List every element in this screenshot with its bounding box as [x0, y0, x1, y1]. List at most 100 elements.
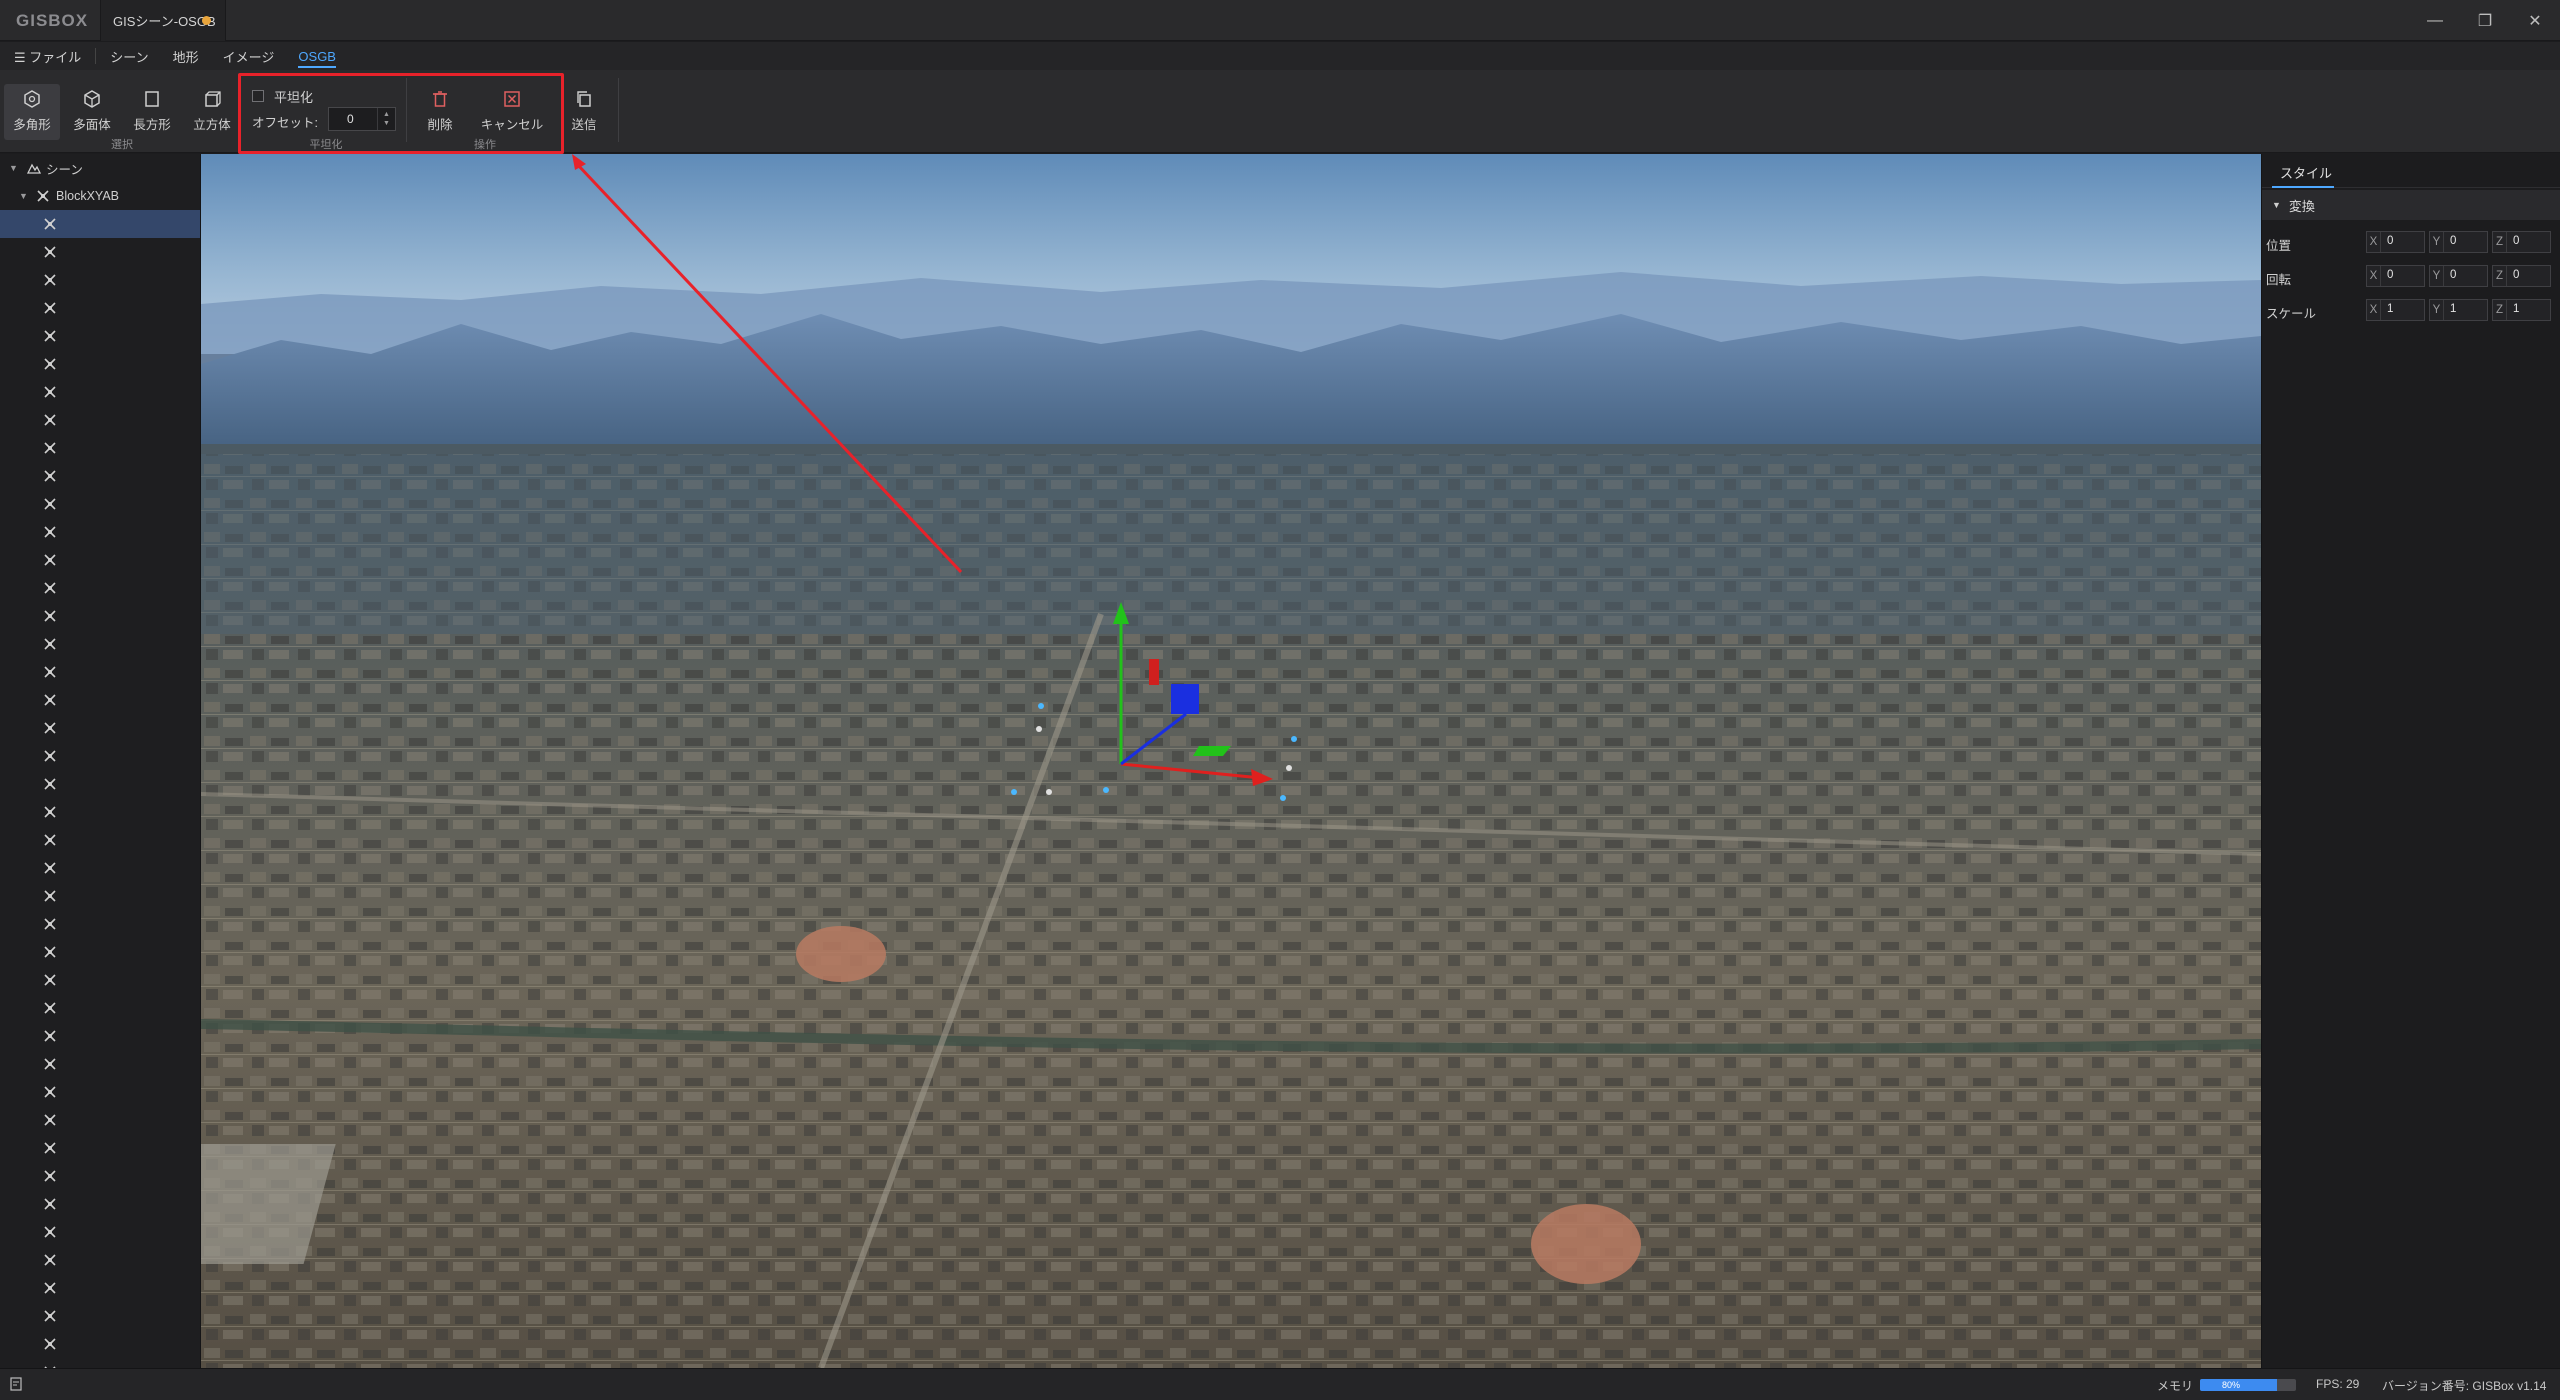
tree-leaf-tile[interactable]: [0, 462, 200, 490]
scale-z-input[interactable]: Z1: [2492, 299, 2551, 321]
restore-button[interactable]: ❐: [2460, 0, 2510, 41]
menu-file[interactable]: ☰ ファイル: [0, 42, 93, 70]
tree-leaf-tile[interactable]: [0, 686, 200, 714]
tree-leaf-tile[interactable]: [0, 1330, 200, 1358]
rotation-y-input[interactable]: Y0: [2429, 265, 2488, 287]
menu-imagery[interactable]: イメージ: [211, 42, 287, 70]
position-x-value[interactable]: 0: [2387, 235, 2393, 247]
tree-leaf-tile[interactable]: [0, 434, 200, 462]
tree-leaf-tile[interactable]: [0, 490, 200, 518]
caret-down-icon[interactable]: ▼: [2272, 200, 2281, 210]
tile-node-icon: [44, 1170, 56, 1182]
tree-root-scene[interactable]: ▼ シーン: [0, 154, 200, 182]
tree-node-label: BlockXYAB: [56, 189, 119, 203]
transform-section-header[interactable]: ▼ 変換: [2262, 190, 2560, 220]
tree-leaf-tile[interactable]: [0, 1050, 200, 1078]
tree-leaf-tile[interactable]: [0, 266, 200, 294]
rotation-z-value[interactable]: 0: [2513, 269, 2519, 281]
tool-polyhedron-button[interactable]: 多面体: [64, 84, 120, 140]
tree-leaf-tile[interactable]: [0, 1302, 200, 1330]
menu-terrain[interactable]: 地形: [161, 42, 211, 70]
scale-x-value[interactable]: 1: [2387, 303, 2393, 315]
position-y-input[interactable]: Y0: [2429, 231, 2488, 253]
tree-node-blockxyab[interactable]: ▼ BlockXYAB: [0, 182, 200, 210]
tree-leaf-tile[interactable]: [0, 1134, 200, 1162]
axis-x-label: X: [2367, 232, 2381, 252]
tool-cube-button[interactable]: 立方体: [184, 84, 240, 140]
tree-leaf-tile[interactable]: [0, 574, 200, 602]
tree-leaf-tile[interactable]: [0, 1022, 200, 1050]
tree-leaf-tile[interactable]: [0, 854, 200, 882]
tree-leaf-tile[interactable]: [0, 238, 200, 266]
caret-down-icon[interactable]: ▼: [9, 163, 19, 173]
tool-rectangle-button[interactable]: 長方形: [124, 84, 180, 140]
scale-z-value[interactable]: 1: [2513, 303, 2519, 315]
tree-leaf-tile[interactable]: [0, 1246, 200, 1274]
tree-leaf-tile[interactable]: [0, 938, 200, 966]
tree-leaf-tile[interactable]: [0, 994, 200, 1022]
position-x-input[interactable]: X0: [2366, 231, 2425, 253]
axis-x-label: X: [2367, 300, 2381, 320]
scale-y-value[interactable]: 1: [2450, 303, 2456, 315]
tree-leaf-tile[interactable]: [0, 966, 200, 994]
tree-leaf-tile[interactable]: [0, 546, 200, 574]
tree-leaf-tile[interactable]: [0, 350, 200, 378]
tree-leaf-tile[interactable]: [0, 910, 200, 938]
menu-osgb[interactable]: OSGB: [286, 42, 348, 70]
tree-leaf-tile[interactable]: [0, 1190, 200, 1218]
tile-node-icon: [44, 470, 56, 482]
tree-leaf-tile[interactable]: [0, 770, 200, 798]
tile-node-icon: [44, 274, 56, 286]
position-y-value[interactable]: 0: [2450, 235, 2456, 247]
tree-leaf-tile[interactable]: [0, 378, 200, 406]
send-button[interactable]: 送信: [556, 84, 612, 140]
tree-leaf-tile[interactable]: [0, 210, 200, 238]
rotation-z-input[interactable]: Z0: [2492, 265, 2551, 287]
tree-leaf-tile[interactable]: [0, 630, 200, 658]
tile-node-icon: [44, 610, 56, 622]
document-tab[interactable]: GISシーン-OSGB: [100, 0, 226, 41]
tree-leaf-tile[interactable]: [0, 1218, 200, 1246]
position-z-input[interactable]: Z0: [2492, 231, 2551, 253]
tree-leaf-tile[interactable]: [0, 602, 200, 630]
tree-leaf-tile[interactable]: [0, 1106, 200, 1134]
tile-node-icon: [44, 1142, 56, 1154]
menu-scene[interactable]: シーン: [98, 42, 160, 70]
rotation-x-value[interactable]: 0: [2387, 269, 2393, 281]
tree-leaf-tile[interactable]: [0, 658, 200, 686]
3d-viewport[interactable]: [201, 154, 2261, 1368]
tile-node-icon: [44, 918, 56, 930]
scale-y-input[interactable]: Y1: [2429, 299, 2488, 321]
axis-y-label: Y: [2430, 232, 2444, 252]
scale-x-input[interactable]: X1: [2366, 299, 2425, 321]
tree-leaf-tile[interactable]: [0, 1078, 200, 1106]
rotation-y-value[interactable]: 0: [2450, 269, 2456, 281]
tab-style-label: スタイル: [2280, 166, 2333, 181]
caret-down-icon[interactable]: ▼: [19, 191, 29, 201]
tree-leaf-tile[interactable]: [0, 1358, 200, 1368]
scene-icon: [27, 162, 41, 174]
tree-leaf-tile[interactable]: [0, 518, 200, 546]
tree-leaf-tile[interactable]: [0, 882, 200, 910]
tree-leaf-tile[interactable]: [0, 798, 200, 826]
tree-leaf-tile[interactable]: [0, 322, 200, 350]
rotation-x-input[interactable]: X0: [2366, 265, 2425, 287]
tree-leaf-tile[interactable]: [0, 742, 200, 770]
tree-leaf-tile[interactable]: [0, 294, 200, 322]
close-button[interactable]: ✕: [2510, 0, 2560, 41]
tab-style[interactable]: スタイル: [2262, 154, 2560, 188]
tree-leaf-tile[interactable]: [0, 1274, 200, 1302]
log-icon[interactable]: [10, 1377, 22, 1394]
tree-leaf-tile[interactable]: [0, 406, 200, 434]
gizmo-z-handle[interactable]: [1171, 684, 1199, 714]
minimize-button[interactable]: —: [2410, 0, 2460, 41]
stadium-track: [796, 926, 886, 982]
scene-tree-panel: ▼ シーン ▼ BlockXYAB: [0, 154, 201, 1368]
tile-node-icon: [44, 246, 56, 258]
gizmo-x-plane-handle[interactable]: [1149, 659, 1159, 685]
position-z-value[interactable]: 0: [2513, 235, 2519, 247]
tree-leaf-tile[interactable]: [0, 1162, 200, 1190]
tool-polygon-button[interactable]: 多角形: [4, 84, 60, 140]
tree-leaf-tile[interactable]: [0, 714, 200, 742]
tree-leaf-tile[interactable]: [0, 826, 200, 854]
